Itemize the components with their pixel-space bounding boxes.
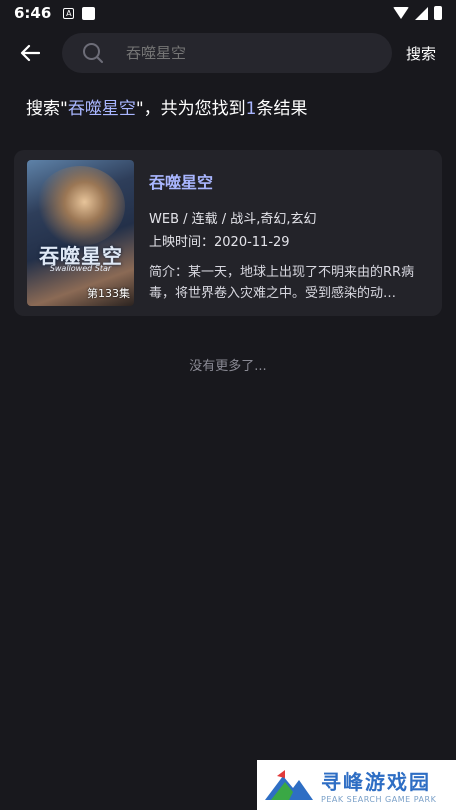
search-box[interactable] [62,33,392,73]
watermark-cn: 寻峰游戏园 [321,770,431,794]
poster-image: 吞噬星空 Swallowed Star 第133集 [27,160,134,306]
result-title[interactable]: 吞噬星空 [149,169,213,193]
status-time: 6:46 [14,4,52,22]
poster-subtitle: Swallowed Star [49,264,112,273]
result-meta: WEB / 连载 / 战斗,奇幻,玄幻 [149,212,317,227]
poster-art [35,166,125,246]
search-header: 搜索 [0,32,456,74]
battery-icon [434,6,442,20]
episode-badge: 第133集 [87,287,130,300]
search-button[interactable]: 搜索 [406,43,436,64]
arrow-left-icon [20,44,40,62]
back-button[interactable] [16,39,44,67]
search-input[interactable] [126,44,346,62]
no-more-text: 没有更多了... [189,359,267,374]
summary-count: 1 [245,99,257,119]
notification-a-icon: A [63,7,75,19]
result-release-date: 上映时间：2020-11-29 [149,235,290,250]
watermark: 寻峰游戏园 PEAK SEARCH GAME PARK [257,760,456,810]
signal-icon [415,6,428,20]
summary-middle: "，共为您找到 [135,99,246,119]
result-summary: 搜索"吞噬星空"，共为您找到1条结果 [26,94,307,119]
summary-suffix: 条结果 [256,99,308,119]
summary-prefix: 搜索" [26,99,68,119]
mountain-logo-icon [265,770,313,800]
status-icons [393,6,442,20]
wifi-icon [393,7,409,19]
result-card[interactable]: 吞噬星空 Swallowed Star 第133集 吞噬星空 WEB / 连载 … [14,150,442,316]
result-summary-text: 简介：某一天，地球上出现了不明来由的RR病毒，将世界卷入灾难之中。受到感染的动… [149,265,415,301]
summary-keyword: 吞噬星空 [67,99,136,119]
watermark-en: PEAK SEARCH GAME PARK [321,795,437,804]
notification-square-icon [82,6,96,20]
search-icon [83,43,103,63]
status-bar: 6:46 A [0,0,456,26]
